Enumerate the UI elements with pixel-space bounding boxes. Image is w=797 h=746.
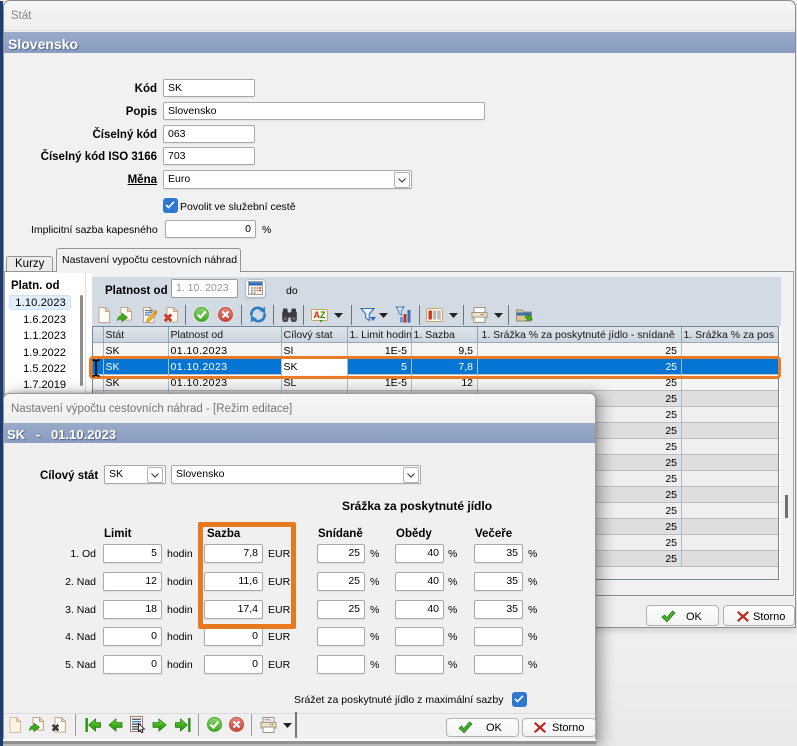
- svg-text:Z: Z: [320, 310, 326, 320]
